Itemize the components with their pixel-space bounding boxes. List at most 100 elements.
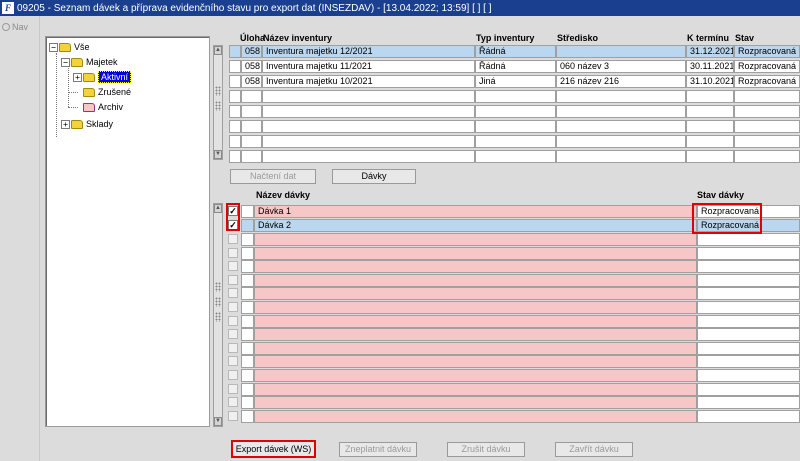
- empty-cell[interactable]: [241, 369, 254, 382]
- empty-cell[interactable]: [241, 396, 254, 410]
- empty-cell[interactable]: [241, 273, 254, 287]
- empty-cell[interactable]: [254, 396, 697, 410]
- expand-icon[interactable]: +: [73, 72, 82, 82]
- empty-cell[interactable]: [734, 90, 800, 103]
- empty-cell[interactable]: [475, 90, 556, 103]
- cell-nazev[interactable]: Inventura majetku 12/2021: [262, 45, 475, 58]
- empty-cell[interactable]: [686, 105, 734, 118]
- nacteni-dat-button[interactable]: Načtení dat: [230, 169, 316, 184]
- row-checkbox[interactable]: [228, 288, 238, 299]
- empty-cell[interactable]: [254, 355, 697, 369]
- tree-node-aktivni[interactable]: + Aktivní: [73, 71, 132, 83]
- row-indicator[interactable]: [229, 60, 241, 73]
- cell-k-terminu[interactable]: 30.11.2021: [686, 60, 734, 73]
- row-indicator[interactable]: [241, 205, 254, 218]
- empty-cell[interactable]: [262, 120, 475, 133]
- empty-cell[interactable]: [697, 382, 800, 396]
- cell-k-terminu[interactable]: 31.10.2021: [686, 75, 734, 88]
- scroll-up-icon[interactable]: ▲: [214, 204, 222, 213]
- empty-cell[interactable]: [241, 314, 254, 328]
- row-checkbox[interactable]: [228, 234, 238, 244]
- row-indicator[interactable]: [229, 75, 241, 88]
- row-checkbox[interactable]: [228, 356, 238, 367]
- row-checkbox[interactable]: [228, 383, 238, 394]
- tree-node-root[interactable]: − Vše: [49, 41, 90, 53]
- cell-uloha[interactable]: 058: [241, 45, 262, 58]
- zavrit-davku-button[interactable]: Zavřít dávku: [555, 442, 633, 457]
- empty-cell[interactable]: [229, 105, 241, 118]
- cell-stav[interactable]: Rozpracovaná: [734, 60, 800, 73]
- davky-button[interactable]: Dávky: [332, 169, 416, 184]
- empty-cell[interactable]: [262, 150, 475, 163]
- empty-cell[interactable]: [254, 314, 697, 328]
- cell-typ[interactable]: Jiná: [475, 75, 556, 88]
- row-indicator[interactable]: [229, 45, 241, 58]
- empty-cell[interactable]: [697, 369, 800, 382]
- cell-stav[interactable]: Rozpracovaná: [734, 45, 800, 58]
- cell-nazev[interactable]: Inventura majetku 11/2021: [262, 60, 475, 73]
- empty-cell[interactable]: [475, 105, 556, 118]
- empty-cell[interactable]: [556, 135, 686, 148]
- empty-cell[interactable]: [734, 105, 800, 118]
- cell-stredisko[interactable]: [556, 45, 686, 58]
- row-checkbox[interactable]: [228, 397, 238, 408]
- empty-cell[interactable]: [254, 246, 697, 260]
- scroll-grip[interactable]: [215, 312, 221, 322]
- empty-cell[interactable]: [475, 120, 556, 133]
- empty-cell[interactable]: [734, 120, 800, 133]
- empty-cell[interactable]: [241, 260, 254, 274]
- empty-cell[interactable]: [697, 287, 800, 301]
- empty-cell[interactable]: [697, 246, 800, 260]
- empty-cell[interactable]: [229, 150, 241, 163]
- cell-stredisko[interactable]: 060 název 3: [556, 60, 686, 73]
- scroll-down-icon[interactable]: ▼: [214, 417, 222, 426]
- scroll-up-icon[interactable]: ▲: [214, 46, 222, 55]
- empty-cell[interactable]: [734, 135, 800, 148]
- empty-cell[interactable]: [254, 369, 697, 382]
- row-checkbox[interactable]: [228, 410, 238, 421]
- empty-cell[interactable]: [556, 105, 686, 118]
- tree-node-archiv[interactable]: Archiv: [83, 101, 123, 113]
- row-checkbox[interactable]: [228, 261, 238, 272]
- empty-cell[interactable]: [254, 233, 697, 246]
- cell-uloha[interactable]: 058: [241, 60, 262, 73]
- collapse-icon[interactable]: −: [61, 57, 70, 67]
- empty-cell[interactable]: [229, 120, 241, 133]
- empty-cell[interactable]: [697, 314, 800, 328]
- scroll-grip[interactable]: [215, 86, 221, 96]
- empty-cell[interactable]: [697, 301, 800, 314]
- inventory-scrollbar[interactable]: ▲ ▼: [213, 45, 223, 160]
- empty-cell[interactable]: [697, 409, 800, 423]
- empty-cell[interactable]: [734, 150, 800, 163]
- empty-cell[interactable]: [686, 120, 734, 133]
- empty-cell[interactable]: [241, 355, 254, 369]
- empty-cell[interactable]: [686, 135, 734, 148]
- empty-cell[interactable]: [241, 135, 262, 148]
- empty-cell[interactable]: [241, 287, 254, 301]
- empty-cell[interactable]: [556, 150, 686, 163]
- empty-cell[interactable]: [241, 105, 262, 118]
- row-checkbox[interactable]: [228, 247, 238, 258]
- empty-cell[interactable]: [254, 260, 697, 274]
- cell-nazev[interactable]: Inventura majetku 10/2021: [262, 75, 475, 88]
- cell-typ[interactable]: Řádná: [475, 60, 556, 73]
- empty-cell[interactable]: [697, 355, 800, 369]
- scroll-grip[interactable]: [215, 101, 221, 111]
- empty-cell[interactable]: [262, 105, 475, 118]
- expand-icon[interactable]: +: [61, 119, 70, 129]
- empty-cell[interactable]: [697, 328, 800, 342]
- tree-node-zrusene[interactable]: Zrušené: [83, 86, 131, 98]
- empty-cell[interactable]: [254, 301, 697, 314]
- empty-cell[interactable]: [475, 135, 556, 148]
- empty-cell[interactable]: [262, 90, 475, 103]
- empty-cell[interactable]: [241, 409, 254, 423]
- empty-cell[interactable]: [697, 273, 800, 287]
- empty-cell[interactable]: [262, 135, 475, 148]
- empty-cell[interactable]: [254, 382, 697, 396]
- empty-cell[interactable]: [254, 409, 697, 423]
- empty-cell[interactable]: [686, 150, 734, 163]
- empty-cell[interactable]: [697, 396, 800, 410]
- cell-typ[interactable]: Řádná: [475, 45, 556, 58]
- zrusit-davku-button[interactable]: Zrušit dávku: [447, 442, 525, 457]
- scroll-grip[interactable]: [215, 297, 221, 307]
